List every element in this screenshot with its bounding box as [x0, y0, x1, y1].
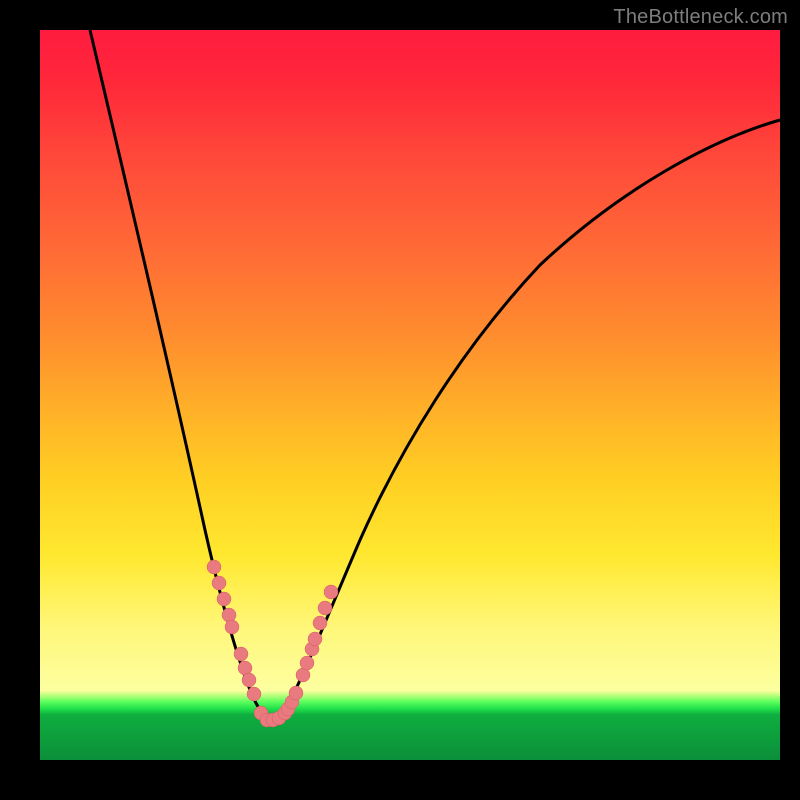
dot [242, 673, 256, 687]
curve-layer [40, 30, 780, 760]
dot [300, 656, 314, 670]
dot [207, 560, 221, 574]
dot [212, 576, 226, 590]
dot [225, 620, 239, 634]
outer-frame: TheBottleneck.com [0, 0, 800, 800]
dot [313, 616, 327, 630]
dot [247, 687, 261, 701]
bottleneck-curve [90, 30, 780, 720]
watermark-text: TheBottleneck.com [613, 6, 788, 29]
dot [234, 647, 248, 661]
dot [318, 601, 332, 615]
plot-area [40, 30, 780, 760]
sample-dots [207, 560, 338, 727]
dot [308, 632, 322, 646]
dot [222, 608, 236, 622]
dot [324, 585, 338, 599]
dot [289, 686, 303, 700]
dot [217, 592, 231, 606]
